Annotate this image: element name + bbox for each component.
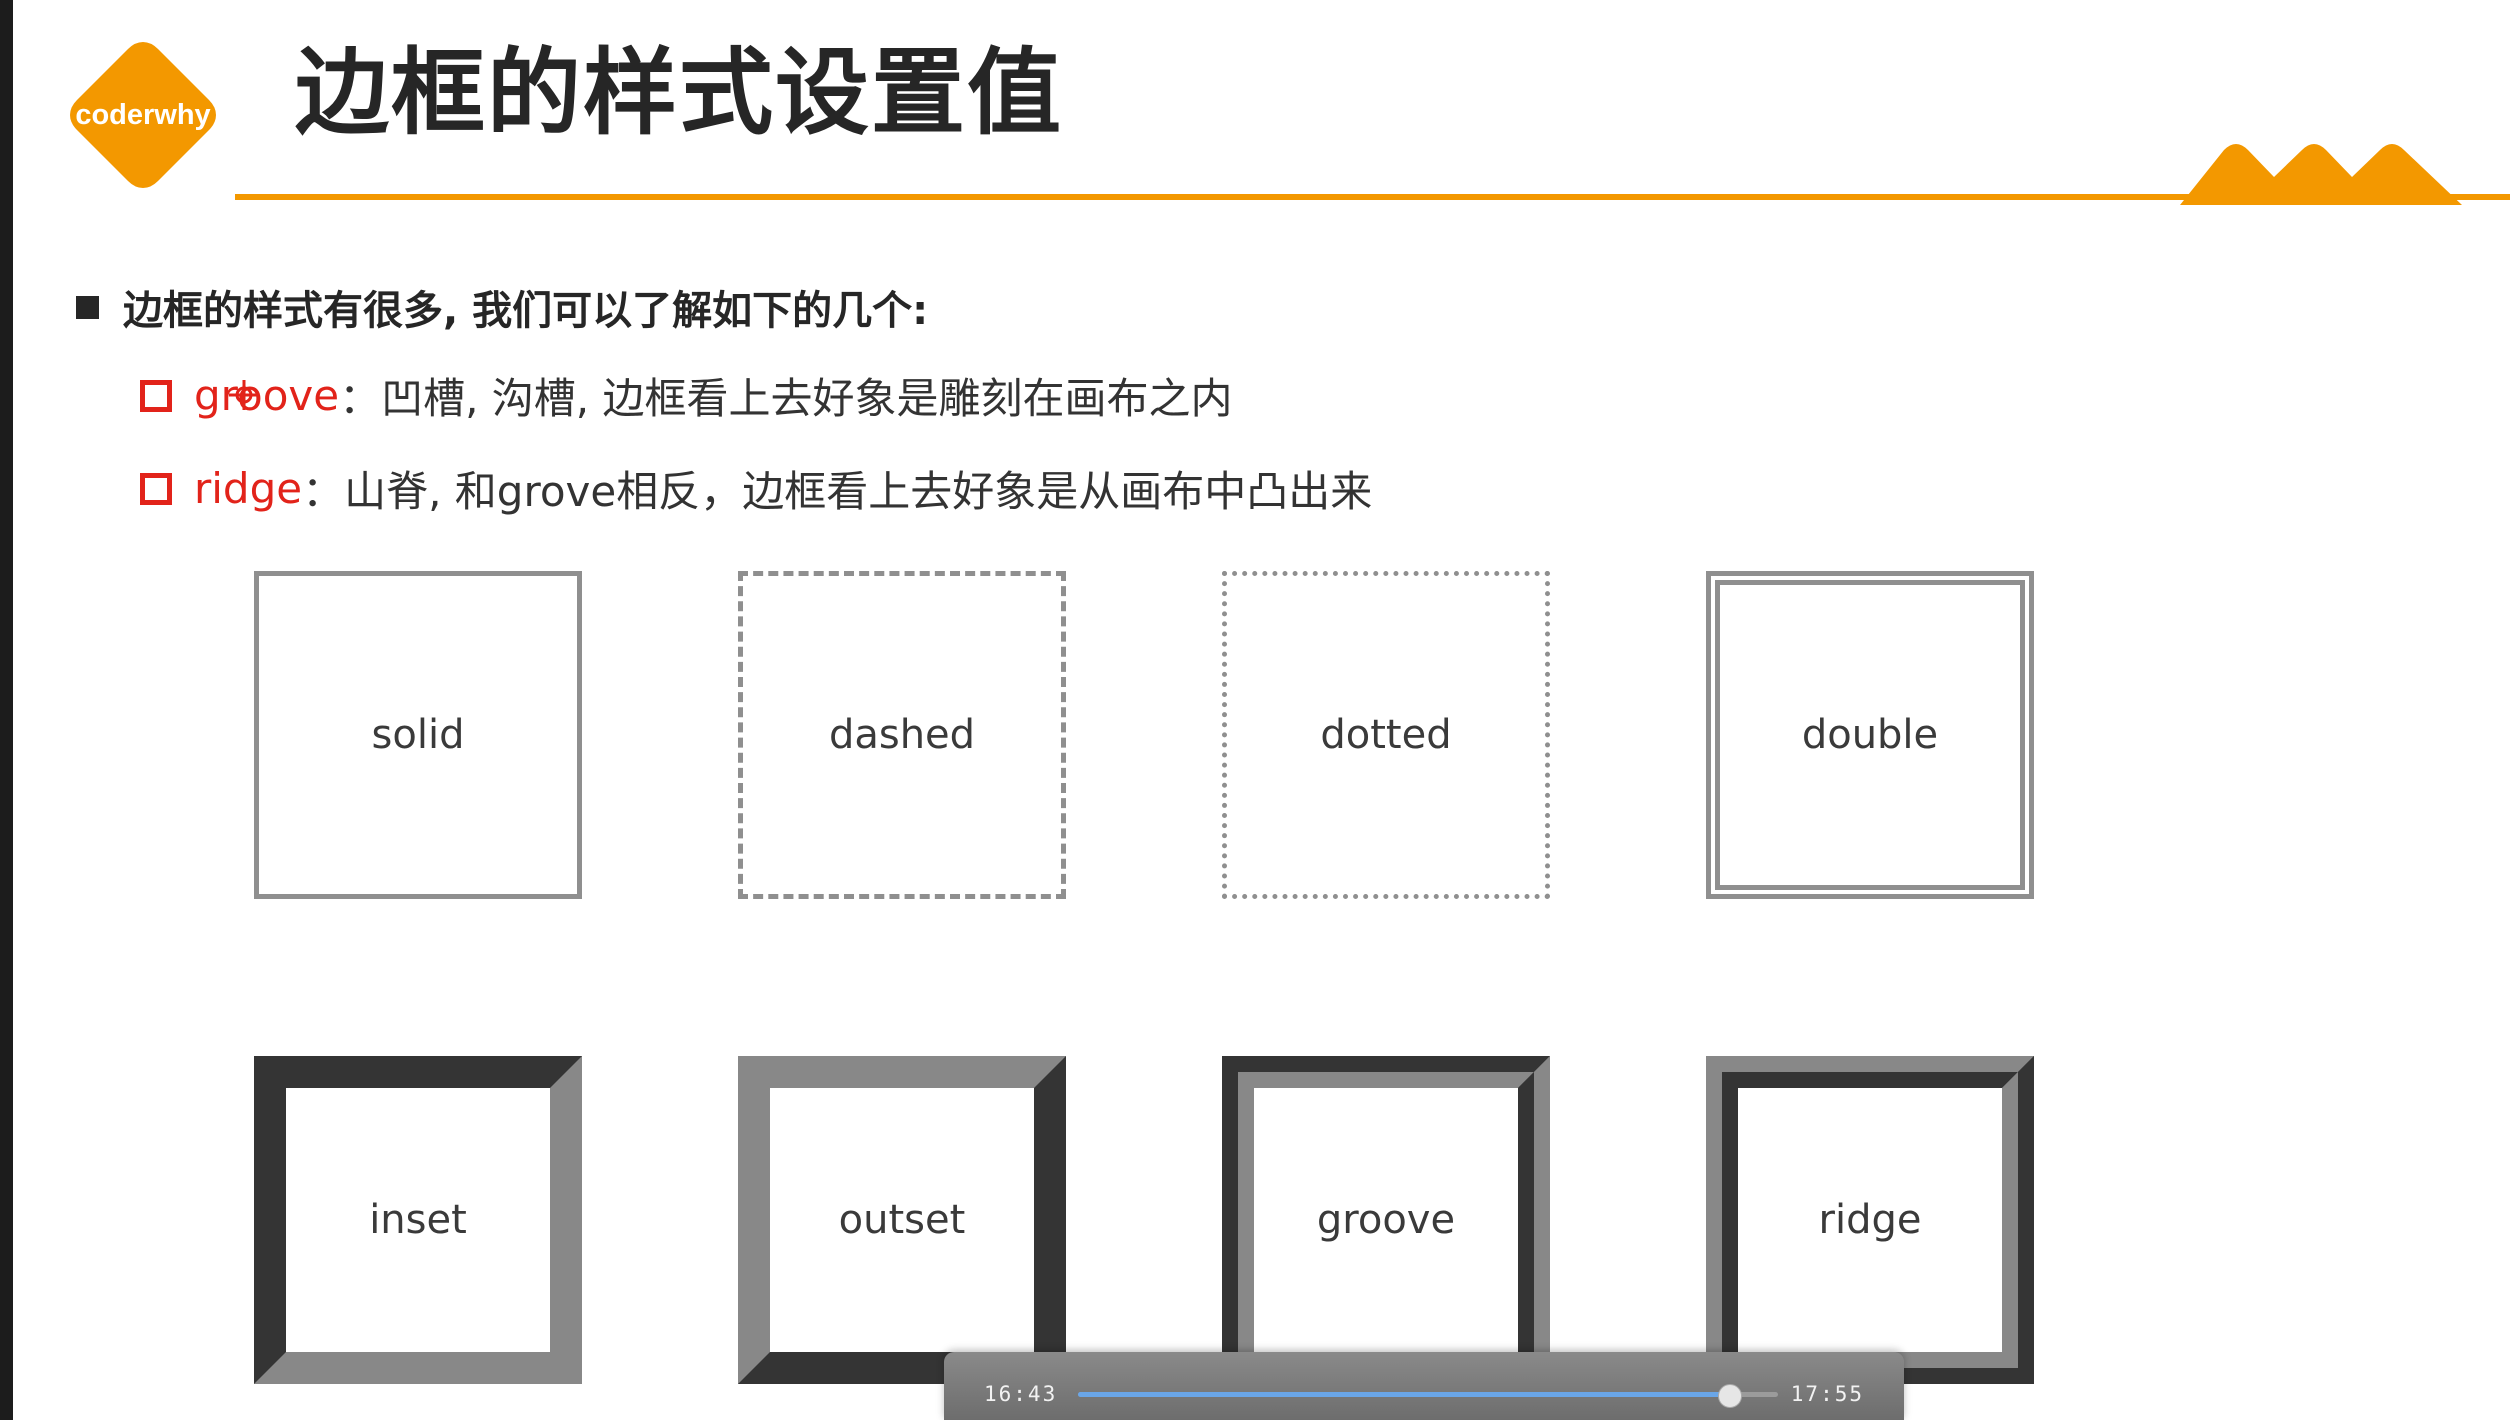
demo-box-outset: outset <box>738 1056 1066 1384</box>
demo-label: solid <box>371 712 465 758</box>
hollow-square-bullet-icon <box>140 472 172 505</box>
demo-label: ridge <box>1818 1197 1922 1243</box>
current-time: 16:43 <box>984 1382 1058 1406</box>
main-bullet: 边框的样式有很多, 我们可以了解如下的几个: <box>76 278 928 336</box>
logo-text: coderwhy <box>75 98 211 131</box>
hollow-square-bullet-icon <box>140 379 172 412</box>
seek-bar-progress <box>1078 1392 1729 1397</box>
square-bullet-icon <box>76 295 99 319</box>
main-bullet-text: 边框的样式有很多, 我们可以了解如下的几个: <box>123 288 929 334</box>
demo-box-ridge: ridge <box>1706 1056 2034 1384</box>
demo-box-groove: groove <box>1222 1056 1550 1384</box>
demo-box-dashed: dashed <box>738 571 1066 899</box>
demo-label: dashed <box>828 712 976 758</box>
demo-label: dotted <box>1320 712 1452 758</box>
demo-label: groove <box>1316 1197 1456 1243</box>
video-player-controls[interactable]: 16:43 17:55 <box>944 1352 1904 1420</box>
slide-title: 边框的样式设置值 <box>295 39 1064 148</box>
bullet-groove: groove ：凹槽, 沟槽, 边框看上去好象是雕刻在画布之内 <box>140 365 1233 426</box>
seek-bar[interactable] <box>1078 1384 1778 1408</box>
text-cursor-icon <box>229 380 259 410</box>
demo-box-double: double <box>1706 571 2034 899</box>
desc-groove: ：凹槽, 沟槽, 边框看上去好象是雕刻在画布之内 <box>339 374 1233 423</box>
desc-ridge: ：山脊, 和grove相反，边框看上去好象是从画布中凸出来 <box>302 467 1373 516</box>
demo-box-dotted: dotted <box>1222 571 1550 899</box>
bullet-ridge: ridge ：山脊, 和grove相反，边框看上去好象是从画布中凸出来 <box>140 458 1372 519</box>
demo-box-inset: inset <box>254 1056 582 1384</box>
title-underline <box>235 194 2510 200</box>
left-edge-bar <box>0 0 13 1420</box>
keyword-groove: groove <box>194 371 340 420</box>
demo-box-solid: solid <box>254 571 582 899</box>
keyword-ridge: ridge <box>194 464 303 513</box>
demo-label: outset <box>838 1197 966 1243</box>
demo-label: double <box>1801 712 1939 758</box>
coderwhy-logo: coderwhy <box>62 34 224 196</box>
demo-label: inset <box>369 1197 467 1243</box>
seek-handle[interactable] <box>1718 1384 1742 1408</box>
total-time: 17:55 <box>1790 1382 1864 1406</box>
